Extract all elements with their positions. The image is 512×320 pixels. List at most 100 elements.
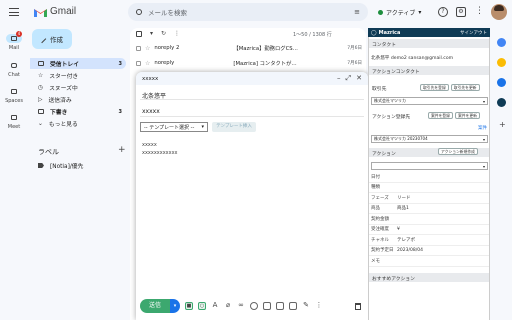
close-icon[interactable]: ✕	[356, 74, 362, 83]
text-format-icon[interactable]: A	[211, 302, 219, 310]
row-checkbox[interactable]	[136, 45, 141, 51]
row-checkbox[interactable]	[136, 60, 141, 66]
search-bar[interactable]: メールを検索 ≡	[128, 3, 368, 21]
more-vert-icon[interactable]: ⋮	[174, 30, 180, 37]
search-input[interactable]: メールを検索	[148, 7, 348, 17]
lock-icon[interactable]	[289, 302, 297, 310]
status-selector[interactable]: アクティブ ▾	[378, 6, 421, 19]
keep-icon[interactable]	[497, 58, 506, 67]
register-deal-button[interactable]: 案件を登録	[428, 112, 453, 119]
gmail-m-icon	[34, 7, 47, 17]
body-line[interactable]: xxxxx	[142, 142, 157, 148]
star-icon[interactable]: ☆	[145, 60, 150, 67]
field-row[interactable]: 契約予定日 2023/08/04	[369, 246, 489, 256]
field-row[interactable]: 種類	[369, 183, 489, 193]
field-key: 種類	[371, 185, 380, 191]
field-key: 受注確度	[371, 227, 389, 233]
attach-icon[interactable]: ⌀	[224, 302, 232, 310]
refresh-icon[interactable]: ↻	[161, 30, 166, 37]
nav-drafts[interactable]: 下書き 3	[30, 106, 126, 117]
compose-title: xxxxx	[142, 75, 159, 82]
minimize-icon[interactable]: –	[337, 74, 341, 83]
emoji-icon[interactable]	[250, 302, 258, 310]
mail-row[interactable]: ☆ noreply 2 【Mazrica】勤務ログCS… 7月6日	[136, 42, 362, 54]
nav-inbox[interactable]: 受信トレイ 3	[30, 58, 126, 69]
settings-gear-icon[interactable]: ⚙	[456, 7, 466, 17]
compose-header[interactable]: xxxxx – ⤢ ✕	[136, 72, 368, 85]
discard-draft-icon[interactable]	[355, 303, 361, 310]
send-button[interactable]: 送信	[140, 299, 170, 313]
apps-grid-icon[interactable]: ⋮	[475, 7, 484, 16]
to-field[interactable]: 北条悠平	[140, 88, 364, 100]
signature-icon[interactable]: ✎	[302, 302, 310, 310]
add-addon-icon[interactable]: +	[499, 120, 506, 129]
compose-button[interactable]: 作成	[32, 29, 72, 49]
mail-badge: 4	[16, 31, 22, 37]
avatar[interactable]	[491, 4, 507, 20]
send-options-button[interactable]: ▾	[170, 299, 180, 313]
star-icon[interactable]: ☆	[145, 45, 150, 52]
photo-icon[interactable]	[276, 302, 284, 310]
mail-from: noreply 2	[154, 45, 180, 51]
customer-value: 株式会社マツリカ	[374, 98, 406, 103]
expand-icon[interactable]: ⤢	[346, 74, 352, 83]
add-label-button[interactable]: +	[118, 145, 126, 155]
body-line[interactable]: xxxxxxxxxxxx	[142, 150, 178, 156]
nav-count: 3	[118, 60, 122, 67]
mail-toolbar: ▾ ↻ ⋮	[136, 30, 180, 37]
help-icon[interactable]: ?	[438, 7, 448, 17]
search-options-icon[interactable]: ≡	[354, 8, 360, 16]
side-apps-strip	[492, 28, 512, 320]
mazrica-circle-icon[interactable]: ○	[198, 302, 206, 310]
chevron-down-icon: ▾	[201, 124, 204, 130]
register-customer-button[interactable]: 取引先を登録	[420, 84, 449, 91]
field-row[interactable]: 日付	[369, 172, 489, 183]
update-deal-button[interactable]: 案件を更新	[454, 112, 480, 119]
tasks-icon[interactable]	[497, 78, 506, 87]
new-action-button[interactable]: アクション新規作成	[438, 148, 478, 155]
field-row[interactable]: 商品 商品1	[369, 204, 489, 214]
main-menu-button[interactable]	[9, 8, 19, 16]
rail-mail-label: Mail	[8, 45, 20, 51]
meet-icon	[6, 113, 22, 122]
label-icon	[38, 163, 44, 168]
select-all-checkbox[interactable]	[136, 30, 142, 37]
template-insert-button[interactable]: テンプレート挿入	[212, 122, 256, 132]
chevron-down-icon[interactable]: ▾	[150, 30, 153, 37]
drive-icon[interactable]	[263, 302, 271, 310]
gmail-logo[interactable]: Gmail	[34, 6, 76, 17]
rail-spaces[interactable]: Spaces	[0, 87, 28, 104]
field-row[interactable]: メモ	[369, 256, 489, 267]
calendar-icon[interactable]	[497, 38, 506, 47]
field-row[interactable]: 契約金額	[369, 214, 489, 225]
template-select[interactable]: -- テンプレート選択 -- ▾	[140, 122, 208, 132]
deal-link[interactable]: 案件	[478, 125, 487, 131]
rail-chat[interactable]: Chat	[0, 61, 28, 78]
customer-select[interactable]: 株式会社マツリカ ▾	[371, 97, 488, 105]
field-row[interactable]: 受注確度 ¥	[369, 225, 489, 235]
search-icon[interactable]	[136, 9, 142, 15]
mazrica-action-icon[interactable]: ■	[185, 302, 193, 310]
field-row[interactable]: チャネル テレアポ	[369, 235, 489, 246]
rail-mail[interactable]: 4 Mail	[0, 31, 28, 51]
field-row[interactable]: フェーズ リード	[369, 193, 489, 204]
more-vert-icon[interactable]: ⋮	[315, 302, 323, 310]
nav-sent[interactable]: ▷ 送信済み	[30, 94, 126, 105]
star-icon: ☆	[38, 72, 44, 79]
label-item[interactable]: [Notia]/優先	[38, 161, 83, 170]
action-fields: 日付 種類 フェーズ リード 商品 商品1 契約金額 受注確度 ¥ チャネル テレアポ …	[369, 172, 489, 267]
rail-meet[interactable]: Meet	[0, 113, 28, 130]
action-select[interactable]: ▾	[371, 162, 488, 170]
link-icon[interactable]: ∞	[237, 302, 245, 310]
mail-row[interactable]: ☆ noreply [Mazrica] コンタクトが… 7月6日	[136, 57, 362, 69]
deal-select[interactable]: 株式会社マツリカ 20230704 ▾	[371, 135, 488, 143]
update-customer-button[interactable]: 取引先を更新	[450, 84, 480, 91]
pencil-icon	[37, 34, 47, 44]
nav-more[interactable]: ⌄ もっと見る	[30, 118, 126, 129]
subject-field[interactable]: xxxxx	[140, 105, 364, 117]
nav-snoozed[interactable]: ◷ スヌーズ中	[30, 82, 126, 93]
signout-link[interactable]: サインアウト	[460, 30, 487, 36]
nav-starred[interactable]: ☆ スター付き	[30, 70, 126, 81]
clock-icon: ◷	[38, 84, 44, 91]
mazrica-addon-icon[interactable]	[497, 98, 506, 107]
